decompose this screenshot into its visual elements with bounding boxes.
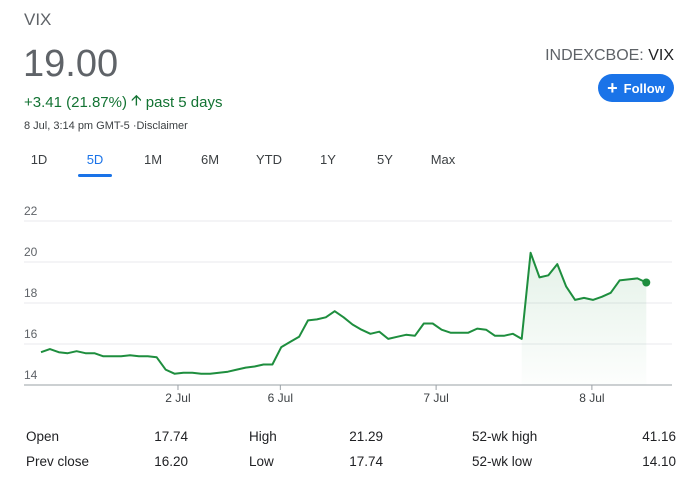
follow-button[interactable]: + Follow: [598, 74, 674, 102]
stat-value-high: 21.29: [349, 429, 383, 444]
x-tick-label: 2 Jul: [165, 391, 190, 405]
stat-label-low: Low: [249, 454, 274, 469]
follow-label: Follow: [623, 80, 665, 96]
y-tick-label: 20: [24, 245, 38, 259]
key-stats: Open 17.74 High 21.29 52-wk high 41.16 P…: [0, 425, 696, 475]
stat-label-prev-close: Prev close: [26, 454, 90, 469]
stat-value-open: 17.74: [154, 429, 188, 444]
price-chart[interactable]: 14 16 18 20 22 2 Jul 6 Jul 7 Jul 8 Jul: [0, 205, 696, 420]
last-point-marker: [642, 278, 651, 287]
y-tick-label: 14: [24, 368, 38, 382]
price-change: +3.41 (21.87%) 🡩 past 5 days: [24, 90, 223, 115]
tab-max[interactable]: Max: [431, 152, 456, 176]
timestamp-disclaimer: 8 Jul, 3:14 pm GMT-5 ·Disclaimer: [24, 120, 188, 132]
tab-1m[interactable]: 1M: [144, 152, 162, 176]
plus-icon: +: [607, 77, 618, 98]
range-tabs: 1D 5D 1M 6M YTD 1Y 5Y Max: [0, 152, 696, 180]
chart-area-fill: [521, 252, 647, 385]
change-period: past 5 days: [145, 94, 223, 111]
x-tick-label: 7 Jul: [423, 391, 448, 405]
stat-value-52wk-low: 14.10: [642, 454, 676, 469]
arrow-up-icon: 🡩: [131, 92, 142, 109]
exchange-label: INDEXCBOE: VIX: [545, 47, 674, 65]
change-value: +3.41 (21.87%): [24, 94, 127, 111]
tab-6m[interactable]: 6M: [201, 152, 219, 176]
y-tick-label: 18: [24, 286, 38, 300]
active-tab-indicator: [78, 174, 112, 177]
tab-1d[interactable]: 1D: [31, 152, 48, 176]
x-axis-ticks: 2 Jul 6 Jul 7 Jul 8 Jul: [165, 385, 605, 405]
stat-label-52wk-low: 52-wk low: [472, 454, 533, 469]
tab-5d[interactable]: 5D: [87, 152, 104, 176]
tab-ytd[interactable]: YTD: [256, 152, 282, 176]
current-price: 19.00: [23, 43, 119, 85]
stat-label-high: High: [249, 429, 277, 444]
y-axis-ticks: 14 16 18 20 22: [24, 205, 38, 382]
tab-5y[interactable]: 5Y: [377, 152, 393, 176]
stat-value-52wk-high: 41.16: [642, 429, 676, 444]
stat-value-prev-close: 16.20: [154, 454, 188, 469]
y-tick-label: 16: [24, 327, 38, 341]
exchange-prefix: INDEXCBOE:: [545, 47, 649, 64]
stat-label-52wk-high: 52-wk high: [472, 429, 538, 444]
exchange-symbol: VIX: [648, 47, 674, 64]
y-tick-label: 22: [24, 205, 38, 218]
x-tick-label: 8 Jul: [579, 391, 604, 405]
tab-1y[interactable]: 1Y: [320, 152, 336, 176]
stat-label-open: Open: [26, 429, 60, 444]
stat-value-low: 17.74: [349, 454, 383, 469]
ticker-symbol: VIX: [24, 10, 52, 29]
x-tick-label: 6 Jul: [268, 391, 293, 405]
